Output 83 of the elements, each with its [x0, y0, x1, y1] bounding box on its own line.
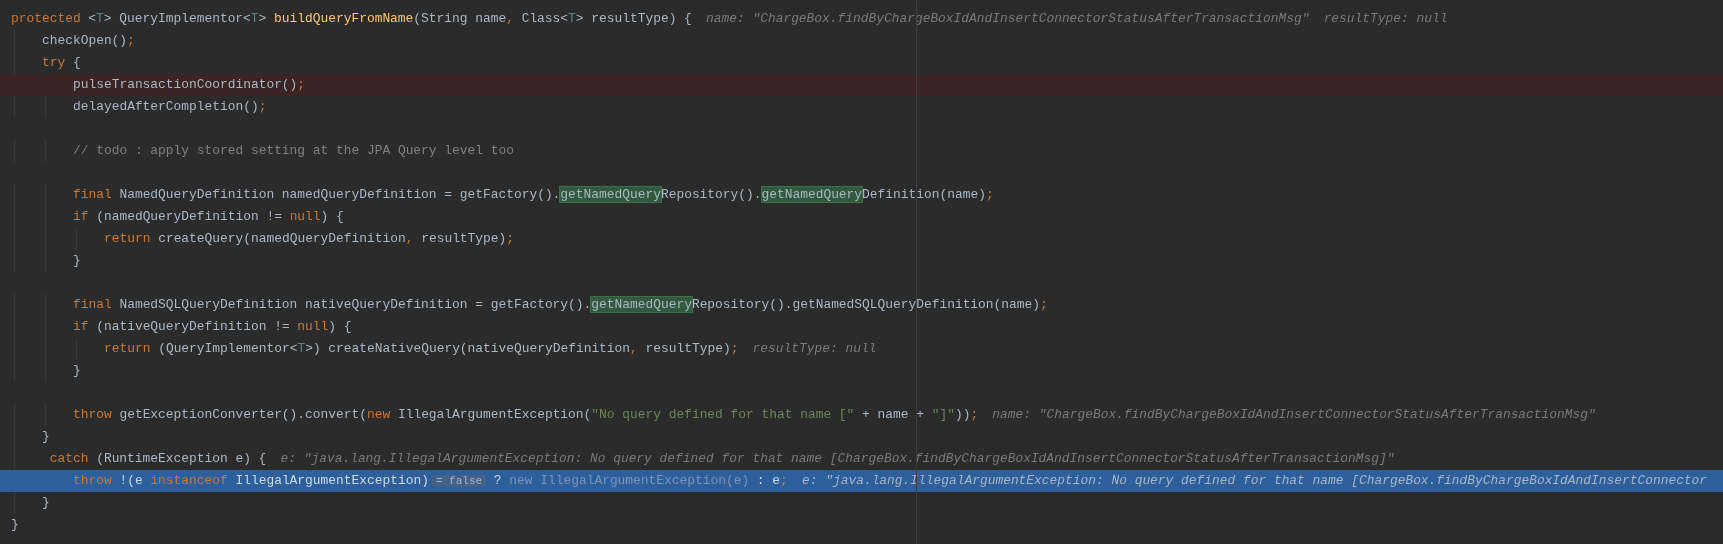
- code-text: delayedAfterCompletion(): [73, 99, 259, 114]
- code-text: Definition(name): [862, 187, 986, 202]
- search-match: getNamedQuery: [560, 187, 661, 202]
- code-punctuation: ;: [297, 77, 306, 92]
- code-text: Repository().: [660, 187, 762, 202]
- code-text: (RuntimeException e) {: [95, 451, 267, 466]
- code-text: )): [954, 407, 971, 422]
- code-punctuation: ;: [127, 33, 135, 48]
- code-punctuation: ;: [258, 99, 267, 114]
- keyword: null: [297, 319, 329, 334]
- code-text: }: [73, 363, 81, 378]
- search-match: getNamedQuery: [591, 297, 692, 312]
- code-punctuation: ;: [730, 341, 739, 356]
- code-text: {: [71, 55, 81, 70]
- code-text: NamedSQLQueryDefinition nativeQueryDefinition = getFactory().: [118, 297, 592, 312]
- keyword: protected: [11, 11, 81, 26]
- inlay-hint: resultType: null: [1323, 11, 1448, 26]
- type-parameter: T: [568, 11, 576, 26]
- code-text: pulseTransactionCoordinator(): [73, 77, 298, 92]
- code-text: ) {: [328, 319, 352, 334]
- code-text: resultType): [420, 231, 507, 246]
- code-punctuation: ;: [985, 187, 994, 202]
- inlay-hint: e: "java.lang.IllegalArgumentException: No query defined for that name [ChargeBox.findByChargeBoxIdAndInsertConnectorStatusAfterTransactionMsg]": [280, 451, 1395, 466]
- code-text: >) createNativeQuery(nativeQueryDefinition: [305, 341, 631, 356]
- keyword: return: [104, 341, 151, 356]
- code-text: }: [11, 517, 19, 532]
- code-punctuation: ,: [506, 11, 514, 26]
- value-badge: = false: [431, 475, 487, 487]
- code-text: resultType): [644, 341, 731, 356]
- inlay-hint: name: "ChargeBox.findByChargeBoxIdAndInsertConnectorStatusAfterTransactionMsg": [706, 11, 1310, 26]
- code-punctuation: ,: [630, 341, 638, 356]
- code-text: ?: [492, 473, 503, 488]
- type-parameter: T: [96, 11, 104, 26]
- code-punctuation: ;: [970, 407, 979, 422]
- type-parameter: T: [297, 341, 306, 356]
- code-comment: // todo : apply stored setting at the JPA Query level too: [73, 143, 514, 158]
- code-text: Class<: [520, 11, 569, 26]
- method-name: buildQueryFromName: [274, 11, 414, 26]
- code-text: NamedQueryDefinition namedQueryDefinition = getFactory().: [118, 187, 561, 202]
- keyword: if: [73, 209, 89, 224]
- search-match: getNamedQuery: [761, 187, 863, 202]
- code-punctuation: ;: [780, 473, 788, 488]
- code-text: new IllegalArgumentException(e): [509, 473, 750, 488]
- inlay-hint: name: "ChargeBox.findByChargeBoxIdAndInsertConnectorStatusAfterTransactionMsg": [992, 407, 1596, 422]
- code-text: createQuery(namedQueryDefinition: [157, 231, 406, 246]
- keyword: catch: [48, 451, 89, 466]
- code-text: + name +: [861, 407, 925, 422]
- code-text: Repository().getNamedSQLQueryDefinition(name): [691, 297, 1040, 312]
- code-text: : e: [755, 473, 781, 488]
- code-text: !(e: [118, 473, 144, 488]
- keyword: instanceof: [150, 473, 228, 488]
- code-text: (QueryImplementor<: [157, 341, 298, 356]
- code-text: checkOpen(): [42, 33, 128, 48]
- code-text: IllegalArgumentException): [234, 473, 429, 488]
- code-text: (nativeQueryDefinition !=: [95, 319, 291, 334]
- inlay-hint: resultType: null: [752, 341, 877, 356]
- code-punctuation: ;: [1040, 297, 1048, 312]
- type-parameter: T: [250, 11, 259, 26]
- code-text: }: [73, 253, 81, 268]
- keyword: throw: [73, 473, 112, 488]
- keyword: try: [42, 55, 66, 70]
- code-text: ) {: [320, 209, 344, 224]
- keyword: if: [73, 319, 89, 334]
- code-punctuation: ;: [506, 231, 515, 246]
- code-text: (String name: [413, 11, 507, 26]
- keyword: final: [73, 297, 112, 312]
- code-text: > resultType) {: [575, 11, 692, 26]
- code-punctuation: ,: [405, 231, 414, 246]
- code-text: > QueryImplementor<: [103, 11, 251, 26]
- code-text: <: [87, 11, 97, 26]
- code-text: (namedQueryDefinition !=: [95, 209, 283, 224]
- string-literal: "No query defined for that name [": [591, 407, 855, 422]
- code-text: }: [42, 495, 50, 510]
- keyword: final: [73, 187, 112, 202]
- string-literal: "]": [931, 407, 955, 422]
- keyword: return: [104, 231, 151, 246]
- code-text: }: [42, 429, 50, 444]
- keyword: null: [289, 209, 321, 224]
- keyword: throw: [73, 407, 112, 422]
- code-text: >: [258, 11, 268, 26]
- keyword: new: [366, 407, 391, 422]
- code-text: getExceptionConverter().convert(: [118, 407, 367, 422]
- code-text: IllegalArgumentException(: [396, 407, 592, 422]
